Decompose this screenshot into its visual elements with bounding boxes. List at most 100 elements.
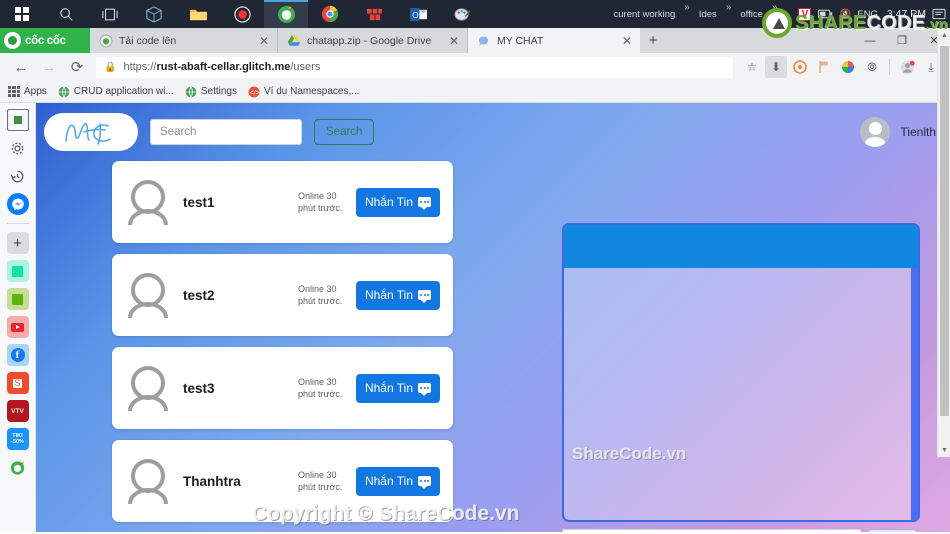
chat-bubble-icon — [418, 290, 431, 303]
sharecode-ring-icon — [761, 8, 792, 38]
taskbar-search-button[interactable] — [44, 0, 88, 28]
coccoc-shortcut-icon[interactable] — [7, 456, 29, 478]
app-logo[interactable] — [44, 113, 138, 151]
add-shortcut-icon[interactable]: + — [6, 232, 29, 254]
message-user-button[interactable]: Nhắn Tin — [355, 466, 440, 496]
coccoc-browser-button[interactable] — [264, 0, 308, 28]
tab-label: MY CHAT — [497, 34, 544, 47]
watermark-share: SHARE — [794, 11, 867, 34]
color-wheel-icon[interactable] — [837, 56, 859, 78]
bookmark-apps[interactable]: Apps — [8, 85, 47, 98]
search-button[interactable]: Search — [314, 119, 375, 145]
page-scrollbar[interactable]: ▲ ▼ — [937, 28, 950, 457]
message-button-label: Nhắn Tin — [364, 288, 413, 302]
start-button[interactable] — [0, 0, 44, 28]
user-card[interactable]: test3 Online 30 phút trước. Nhắn Tin — [112, 347, 453, 429]
send-message-button[interactable]: Gửi ➔ — [867, 529, 919, 532]
green-shortcut-icon[interactable] — [6, 288, 29, 310]
message-user-button[interactable]: Nhắn Tin — [355, 280, 440, 310]
virtualbox-button[interactable] — [132, 0, 176, 28]
chat-favicon-icon — [477, 34, 491, 48]
chat-window — [562, 223, 920, 522]
bookmark-settings[interactable]: Settings — [185, 86, 237, 98]
taskbar-group-0[interactable]: curent working — [614, 9, 676, 20]
avatar — [122, 269, 175, 322]
paint-icon — [453, 7, 471, 21]
bookmark-crud-application[interactable]: CRUD application wi... — [58, 86, 174, 98]
back-button[interactable]: ← — [8, 54, 34, 80]
user-card[interactable]: Thanhtra Online 30 phút trước. Nhắn Tin — [112, 440, 453, 522]
bookmark-star-icon[interactable]: ☆ — [741, 56, 763, 78]
shopee-icon[interactable]: S — [6, 372, 29, 394]
message-user-button[interactable]: Nhắn Tin — [355, 373, 440, 403]
history-icon[interactable] — [7, 165, 29, 187]
cast-icon[interactable]: ⦾ — [861, 56, 883, 78]
bookmark-vi-du-namespaces[interactable]: </> Ví dụ Namespaces,... — [248, 86, 360, 98]
microsoft-teams-button[interactable] — [352, 0, 396, 28]
flag-icon[interactable] — [813, 56, 835, 78]
status-line-2: phút trước. — [297, 389, 343, 399]
tab-tai-code-len[interactable]: Tải code lên ✕ — [90, 28, 278, 53]
lock-icon: 🔒 — [104, 61, 117, 73]
tab-my-chat[interactable]: MY CHAT ✕ — [468, 28, 640, 53]
windows-logo-icon — [15, 7, 29, 21]
user-status: Online 30 phút trước. — [298, 190, 348, 214]
address-bar[interactable]: 🔒 https://rust-abaft-cellar.glitch.me/us… — [96, 56, 733, 78]
user-name: test3 — [183, 380, 215, 396]
app-content: test1 Online 30 phút trước. Nhắn Tin tes… — [36, 161, 950, 532]
microsoft-outlook-button[interactable]: O — [396, 0, 440, 28]
chat-bubble-icon — [418, 383, 431, 396]
search-input[interactable]: Search — [150, 119, 302, 145]
status-line-1: Online 30 — [297, 470, 337, 480]
screen-recorder-button[interactable] — [220, 0, 264, 28]
avatar — [122, 455, 175, 508]
taskbar-group-0-chevron-icon[interactable]: » — [684, 2, 690, 13]
downloads-icon[interactable]: ⬇ — [765, 56, 787, 78]
settings-gear-icon[interactable] — [7, 137, 29, 159]
chat-bubble-icon — [418, 476, 431, 489]
chrome-icon — [321, 5, 339, 23]
paint-button[interactable] — [440, 0, 484, 28]
vtv-go-icon[interactable]: VTV — [6, 400, 29, 422]
forward-button[interactable]: → — [36, 54, 62, 80]
tab-close-icon[interactable]: ✕ — [447, 35, 461, 47]
scrollbar-thumb[interactable] — [940, 46, 949, 416]
messenger-icon[interactable] — [6, 193, 29, 215]
mc-script-logo-icon — [65, 123, 111, 145]
file-explorer-button[interactable] — [176, 0, 220, 28]
taskbar-group-2[interactable]: office — [740, 9, 763, 20]
message-input[interactable] — [562, 529, 861, 532]
facebook-icon[interactable]: f — [6, 344, 29, 366]
task-view-button[interactable] — [88, 0, 132, 28]
new-tab-button[interactable]: + — [640, 28, 666, 53]
coccoc-side-panel: + f S VTV TIKI -50% — [0, 103, 36, 532]
tiki-icon[interactable]: TIKI -50% — [6, 428, 29, 450]
current-user[interactable]: Tienlth — [860, 117, 936, 147]
taskbar-group-1[interactable]: Ides — [699, 9, 717, 20]
youtube-icon[interactable] — [6, 316, 29, 338]
search-icon — [59, 7, 73, 21]
coccoc-favicon-icon — [99, 34, 113, 48]
scroll-down-arrow-icon[interactable]: ▼ — [938, 443, 950, 457]
google-chrome-button[interactable] — [308, 0, 352, 28]
user-card[interactable]: test1 Online 30 phút trước. Nhắn Tin — [112, 161, 453, 243]
teal-shortcut-icon[interactable] — [6, 260, 29, 282]
user-status: Online 30 phút trước. — [298, 376, 348, 400]
tab-close-icon[interactable]: ✕ — [620, 35, 634, 47]
coccoc-shield-icon[interactable] — [789, 56, 811, 78]
app-header: Search Search Tienlth — [36, 103, 950, 161]
reload-button[interactable]: ⟳ — [64, 54, 90, 80]
chat-header — [564, 225, 918, 268]
message-button-label: Nhắn Tin — [364, 474, 413, 488]
outlook-icon: O — [409, 7, 427, 21]
coccoc-brand-button[interactable]: cốc cốc — [0, 28, 90, 53]
tab-close-icon[interactable]: ✕ — [257, 35, 271, 47]
tab-chatapp-zip-google-drive[interactable]: chatapp.zip - Google Drive ✕ — [278, 28, 468, 53]
profile-icon[interactable] — [896, 56, 918, 78]
sidebar-panel-icon[interactable] — [6, 109, 29, 131]
chat-scrollbar[interactable] — [911, 268, 918, 520]
taskbar-group-1-chevron-icon[interactable]: » — [726, 2, 732, 13]
avatar — [122, 176, 175, 229]
message-user-button[interactable]: Nhắn Tin — [355, 187, 440, 217]
user-card[interactable]: test2 Online 30 phút trước. Nhắn Tin — [112, 254, 453, 336]
